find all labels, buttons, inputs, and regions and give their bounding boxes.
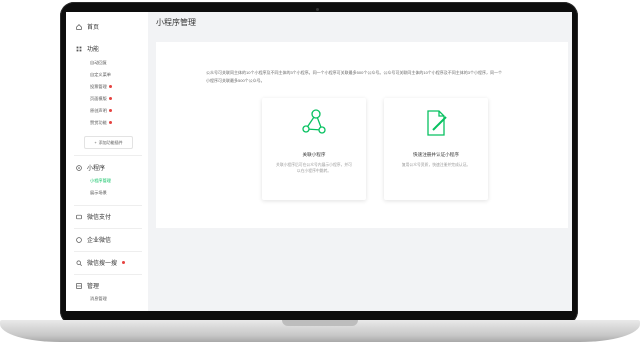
sidebar-section-manage: 管理 [76,281,99,290]
sidebar-item-miniprogram-manage[interactable]: 小程序管理 [90,178,111,184]
sidebar-functions-label: 功能 [87,47,100,53]
new-badge [108,121,112,125]
sidebar-item-reward[interactable]: 赞赏功能 [90,120,112,126]
link-miniprogram-card[interactable]: 关联小程序 关联小程序后可在公众号内展示小程序，并可以在小程序中跳转。 [262,98,366,200]
new-badge [108,109,112,113]
page-title: 小程序管理 [156,18,196,27]
new-badge [122,261,126,264]
sidebar-section-functions: 功能 [76,44,99,53]
sidebar-item-messages[interactable]: 消息管理 [90,296,107,302]
grid-icon [76,46,82,51]
sidebar-section-miniprogram: 小程序 [76,163,105,172]
new-badge [108,85,112,89]
register-miniprogram-card[interactable]: 快速注册并认证小程序 复用公众号资质，快速注册并完成认证。 [384,98,488,200]
description-text: 公众号可关联同主体的10个小程序及不同主体的3个小程序。同一个小程序可关联最多5… [206,70,503,83]
sidebar: 首页 功能 自动回复 自定义菜单 投票管理 页面模版 原创声明 赞赏功能 + 添… [66,12,148,311]
divider [74,205,142,206]
option-description: 复用公众号资质，快速注册并完成认证。 [401,163,471,167]
sidebar-home-label: 首页 [87,25,100,31]
screen: 首页 功能 自动回复 自定义菜单 投票管理 页面模版 原创声明 赞赏功能 + 添… [66,12,572,311]
option-title: 关联小程序 [302,152,326,157]
edit-document-icon [427,110,447,136]
option-title: 快速注册并认证小程序 [413,152,459,157]
content-card: 公众号可关联同主体的10个小程序及不同主体的3个小程序。同一个小程序可关联最多5… [156,42,568,228]
divider [74,251,142,252]
divider [74,155,142,156]
sidebar-item-custom-menu[interactable]: 自定义菜单 [90,72,111,78]
new-badge [108,97,112,101]
camera-icon [316,8,319,11]
sidebar-item-auto-reply[interactable]: 自动回复 [90,60,107,66]
divider [74,228,142,229]
add-plugin-button[interactable]: + 添加功能插件 [84,136,133,149]
corp-icon [76,236,82,243]
manage-icon [76,282,82,289]
laptop-notch [282,320,358,326]
sidebar-item-home[interactable]: 首页 [76,22,99,31]
sidebar-item-corp-wechat[interactable]: 企业微信 [76,235,111,244]
option-description: 关联小程序后可在公众号内展示小程序，并可以在小程序中跳转。 [276,163,352,173]
share-nodes-icon [302,109,326,134]
laptop-frame: 首页 功能 自动回复 自定义菜单 投票管理 页面模版 原创声明 赞赏功能 + 添… [0,0,640,351]
sidebar-item-scenes[interactable]: 展示场景 [90,190,107,196]
sidebar-item-original[interactable]: 原创声明 [90,108,112,114]
home-icon [76,23,82,30]
sidebar-item-page-template[interactable]: 页面模版 [90,96,112,102]
miniprogram-icon [76,164,82,171]
plus-icon: + [94,140,97,145]
sidebar-item-search[interactable]: 微信搜一搜 [76,258,126,267]
pay-icon [76,214,82,219]
sidebar-item-vote[interactable]: 投票管理 [90,84,112,90]
sidebar-item-wechat-pay[interactable]: 微信支付 [76,212,111,221]
main-content: 小程序管理 公众号可关联同主体的10个小程序及不同主体的3个小程序。同一个小程序… [148,12,572,311]
divider [74,274,142,275]
search-icon [76,260,82,266]
